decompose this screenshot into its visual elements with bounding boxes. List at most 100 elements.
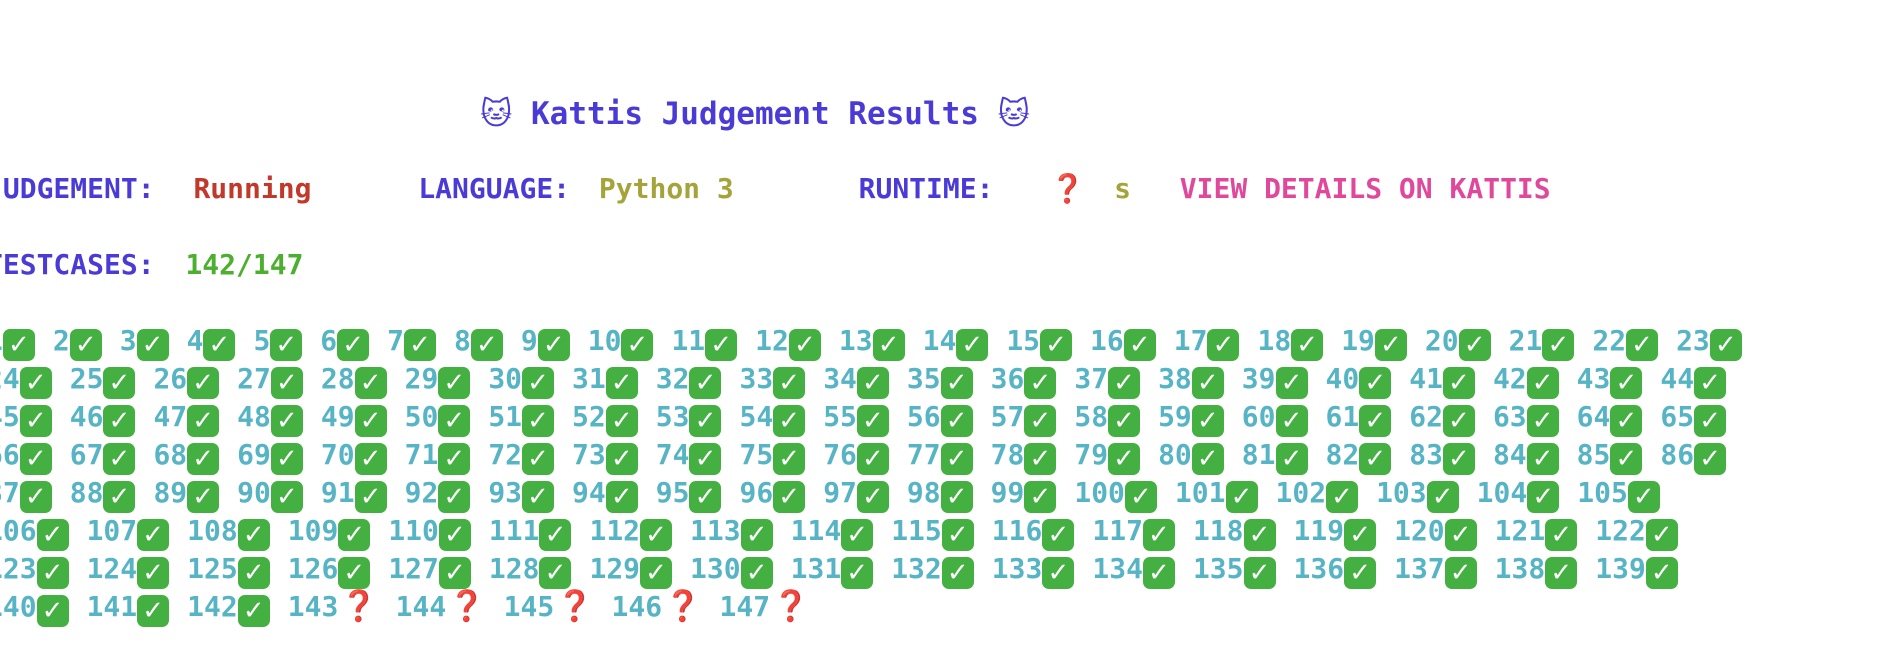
check-mark-icon: ✓ [438, 557, 471, 589]
check-mark-icon: ✓ [19, 367, 52, 399]
testcase-item: 130 ✓ [690, 550, 773, 589]
runtime-label: RUNTIME: [858, 172, 994, 205]
testcase-item: 7 ✓ [387, 322, 437, 361]
testcase-number: 143 [287, 590, 339, 623]
testcase-item: 65 ✓ [1660, 398, 1727, 437]
testcase-number: 22 [1592, 324, 1627, 357]
check-mark-icon: ✓ [237, 557, 270, 589]
testcase-item: 72 ✓ [488, 436, 555, 475]
check-mark-icon: ✓ [1527, 481, 1560, 513]
testcase-number: 68 [153, 438, 188, 471]
testcase-number: 108 [187, 514, 238, 547]
testcase-number: 142 [187, 590, 238, 623]
check-mark-icon: ✓ [354, 443, 387, 475]
check-mark-icon: ✓ [470, 329, 503, 361]
testcase-item: 105 ✓ [1577, 474, 1660, 513]
testcase-number: 102 [1275, 476, 1327, 509]
testcase-number: 65 [1660, 400, 1695, 433]
check-mark-icon: ✓ [187, 481, 220, 513]
testcase-number: 101 [1174, 476, 1226, 509]
check-mark-icon: ✓ [270, 367, 303, 399]
testcase-item: 101 ✓ [1175, 474, 1258, 513]
testcase-number: 77 [906, 438, 941, 471]
testcase-number: 74 [655, 438, 690, 471]
testcase-item: 134 ✓ [1092, 550, 1175, 589]
testcase-number: 103 [1376, 476, 1427, 509]
check-mark-icon: ✓ [522, 443, 555, 475]
check-mark-icon: ✓ [788, 329, 821, 361]
testcase-number: 53 [655, 400, 690, 433]
testcase-number: 4 [186, 324, 204, 357]
check-mark-icon: ✓ [1042, 557, 1075, 589]
check-mark-icon: ✓ [1545, 557, 1578, 589]
testcase-item: 44 ✓ [1660, 360, 1727, 399]
check-mark-icon: ✓ [136, 329, 169, 361]
check-mark-icon: ✓ [137, 519, 170, 551]
check-mark-icon: ✓ [1108, 367, 1141, 399]
testcase-item: 58 ✓ [1074, 398, 1141, 437]
check-mark-icon: ✓ [1526, 405, 1559, 437]
testcase-item: 74 ✓ [656, 436, 722, 475]
testcase-number: 16 [1090, 324, 1124, 357]
testcase-number: 43 [1576, 362, 1611, 395]
check-mark-icon: ✓ [640, 519, 673, 551]
check-mark-icon: ✓ [69, 329, 102, 361]
testcase-item: 89 ✓ [153, 474, 220, 513]
testcase-number: 30 [488, 362, 523, 395]
testcase-item: 96 ✓ [739, 474, 806, 513]
testcase-number: 12 [755, 324, 789, 357]
testcase-number: 34 [823, 362, 857, 395]
testcase-number: 99 [990, 476, 1025, 509]
check-mark-icon: ✓ [1243, 557, 1276, 589]
testcase-item: 136 ✓ [1294, 550, 1377, 589]
testcase-item: 107 ✓ [87, 512, 170, 551]
testcase-item: 23 ✓ [1676, 322, 1742, 361]
testcase-item: 85 ✓ [1577, 436, 1643, 475]
testcase-number: 62 [1409, 400, 1443, 433]
testcase-item: 124 ✓ [87, 550, 170, 589]
runtime-unit: s [1114, 172, 1131, 205]
testcase-number: 73 [572, 438, 606, 471]
testcase-number: 126 [287, 552, 339, 585]
check-mark-icon: ✓ [1191, 443, 1224, 475]
testcase-number: 82 [1325, 438, 1360, 471]
check-mark-icon: ✓ [705, 329, 738, 361]
testcase-number: 140 [0, 590, 37, 623]
check-mark-icon: ✓ [438, 519, 471, 551]
testcase-number: 79 [1074, 438, 1109, 471]
check-mark-icon: ✓ [522, 405, 555, 437]
check-mark-icon: ✓ [1542, 329, 1575, 361]
question-mark-icon: ❓ [772, 589, 810, 624]
testcase-number: 41 [1409, 362, 1443, 395]
check-mark-icon: ✓ [740, 519, 773, 551]
testcase-number: 21 [1508, 324, 1543, 357]
view-details-link[interactable]: VIEW DETAILS ON KATTIS [1180, 172, 1551, 205]
testcase-item: 8 ✓ [454, 322, 503, 361]
check-mark-icon: ✓ [103, 367, 136, 399]
testcase-item: 17 ✓ [1174, 322, 1240, 361]
testcase-item: 73 ✓ [572, 436, 638, 475]
check-mark-icon: ✓ [872, 329, 905, 361]
testcase-number: 89 [153, 476, 188, 509]
check-mark-icon: ✓ [621, 329, 654, 361]
testcase-number: 88 [69, 476, 104, 509]
testcase-row: 87✓88✓89✓90✓91✓92✓93✓94✓95✓96✓97✓98✓99✓1… [0, 474, 1896, 513]
testcase-number: 133 [991, 552, 1043, 585]
testcase-number: 60 [1241, 400, 1276, 433]
check-mark-icon: ✓ [404, 329, 437, 361]
testcase-item: 88 ✓ [70, 474, 136, 513]
check-mark-icon: ✓ [773, 481, 806, 513]
testcase-number: 111 [488, 514, 540, 547]
check-mark-icon: ✓ [1442, 443, 1475, 475]
check-mark-icon: ✓ [605, 481, 638, 513]
check-mark-icon: ✓ [1344, 557, 1377, 589]
testcase-number: 56 [906, 400, 941, 433]
testcase-number: 52 [572, 400, 606, 433]
check-mark-icon: ✓ [1426, 481, 1459, 513]
testcase-number: 20 [1424, 324, 1459, 357]
check-mark-icon: ✓ [522, 481, 555, 513]
check-mark-icon: ✓ [1442, 367, 1475, 399]
check-mark-icon: ✓ [203, 329, 236, 361]
check-mark-icon: ✓ [438, 481, 471, 513]
check-mark-icon: ✓ [1444, 519, 1477, 551]
